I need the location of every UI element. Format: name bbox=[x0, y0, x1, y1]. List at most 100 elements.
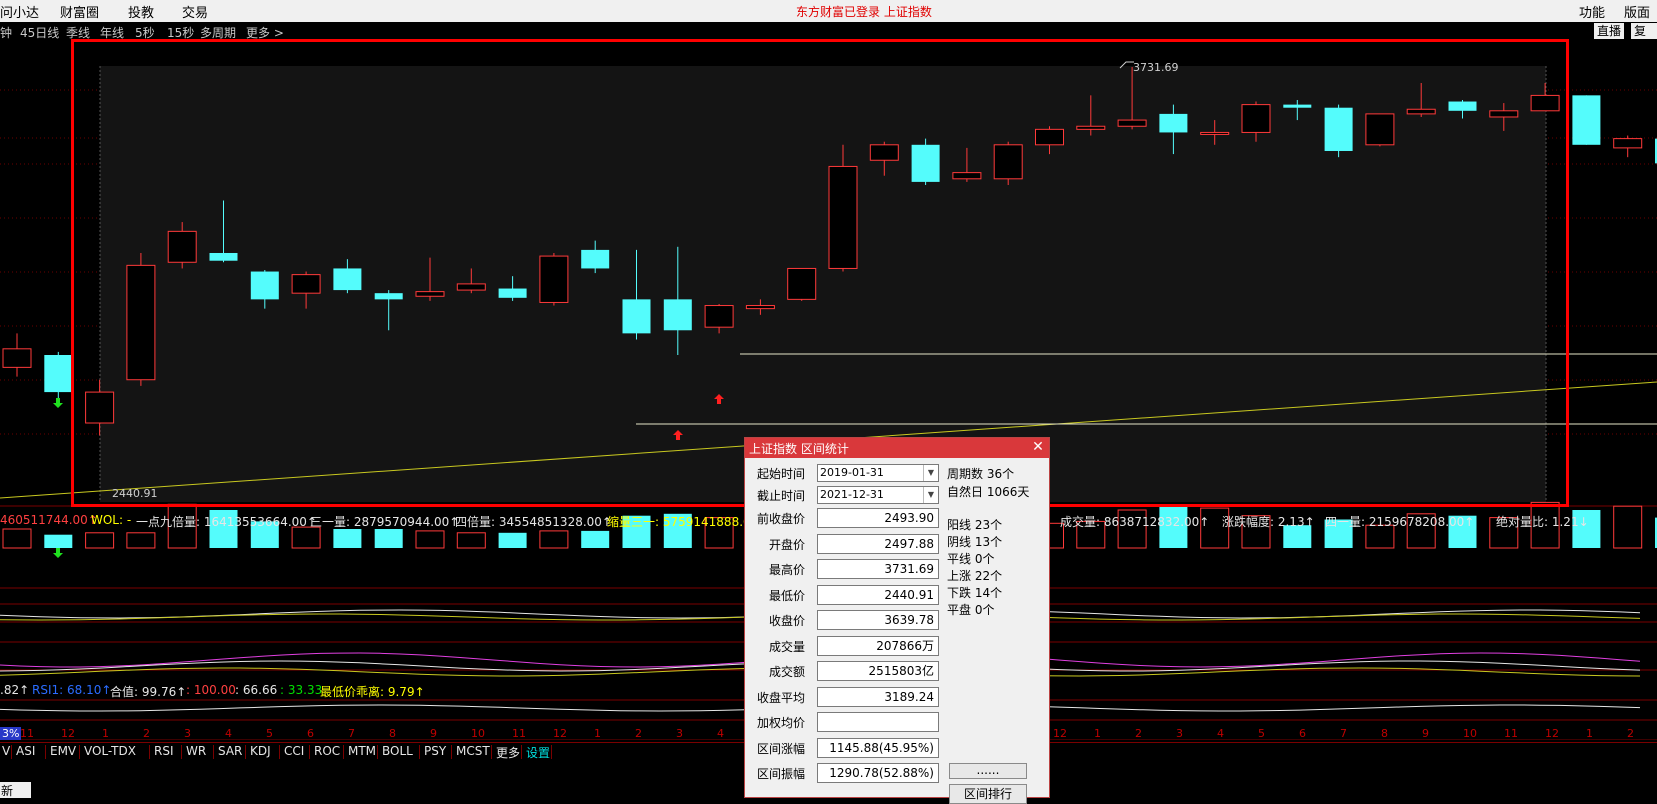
end-time-value: 2021-12-31 bbox=[820, 488, 884, 501]
indicator-tab-9[interactable]: ROC bbox=[314, 744, 340, 758]
vol-ind-siyi: 四一量: 2159678208.00↑ bbox=[1325, 515, 1475, 529]
period-5sec[interactable]: 5秒 bbox=[135, 24, 155, 41]
menu-gongneng[interactable]: 功能 bbox=[1579, 2, 1605, 21]
indicator-tab-4[interactable]: RSI bbox=[154, 744, 174, 758]
dialog-row-value[interactable]: 1290.78(52.88%) bbox=[817, 763, 939, 783]
candle bbox=[911, 138, 940, 185]
tab-separator bbox=[491, 745, 492, 759]
indicator-tab-1[interactable]: ASI bbox=[16, 744, 35, 758]
month-label: 5 bbox=[1258, 727, 1265, 740]
dialog-row-value[interactable]: 3189.24 bbox=[817, 686, 939, 707]
chevron-down-icon[interactable]: ▼ bbox=[923, 487, 938, 503]
candle-body bbox=[126, 264, 156, 381]
period-year[interactable]: 年线 bbox=[100, 24, 124, 41]
dialog-row-value[interactable]: 2440.91 bbox=[817, 584, 939, 605]
candle-body bbox=[1241, 104, 1271, 133]
indicator-tab-13[interactable]: MCST bbox=[456, 744, 490, 758]
tab-separator bbox=[551, 745, 552, 759]
period-45day[interactable]: 45日线 bbox=[20, 24, 59, 41]
indicator-tab-0[interactable]: V bbox=[2, 744, 10, 758]
period-15sec[interactable]: 15秒 bbox=[167, 24, 194, 41]
dialog-row-value[interactable]: 3639.78 bbox=[817, 610, 939, 630]
period-minute[interactable]: 钟 bbox=[0, 24, 12, 41]
candle bbox=[1572, 95, 1601, 145]
month-label: 2 bbox=[143, 727, 150, 740]
menu-banmian[interactable]: 版面 bbox=[1624, 2, 1650, 21]
rsi-ind-hezhi: 合值: 99.76↑ bbox=[110, 685, 187, 699]
candle-body bbox=[374, 293, 403, 300]
period-more[interactable]: 更多 > bbox=[246, 24, 284, 41]
dialog-row-value[interactable]: 2497.88 bbox=[817, 533, 939, 554]
period-multi[interactable]: 多周期 bbox=[200, 24, 236, 41]
period-count: 周期数 36个 bbox=[947, 467, 1015, 481]
indicator-tab-2[interactable]: EMV bbox=[50, 744, 76, 758]
end-time-select[interactable]: 2021-12-31 ▼ bbox=[817, 486, 939, 504]
dialog-row-label: 收盘平均 bbox=[756, 690, 805, 705]
candle-body bbox=[498, 288, 527, 298]
dialog-row-value[interactable]: 207866万 bbox=[817, 635, 939, 656]
chevron-down-icon[interactable]: ▼ bbox=[923, 465, 938, 481]
replay-button[interactable]: 复盘 bbox=[1631, 23, 1657, 54]
indicator-tab-14[interactable]: 更多 bbox=[496, 744, 520, 761]
candle-body bbox=[993, 144, 1023, 180]
candle-body bbox=[1406, 108, 1436, 115]
indicator-tab-10[interactable]: MTM bbox=[348, 744, 376, 758]
dialog-title: 上证指数 区间统计 bbox=[749, 442, 849, 456]
period-toolbar: 钟 45日线 季线 年线 5秒 15秒 多周期 更多 > 直播 复盘 bbox=[0, 22, 1657, 54]
month-label: 4 bbox=[1217, 727, 1224, 740]
interval-rank-button[interactable]: 区间排行 bbox=[949, 784, 1027, 804]
interval-stats-dialog: 上证指数 区间统计 ✕ 起始时间 2019-01-31 ▼ 截止时间 2021-… bbox=[744, 437, 1050, 804]
menu-toujiao[interactable]: 投教 bbox=[128, 2, 154, 21]
candle-body bbox=[456, 283, 486, 291]
volume-bar bbox=[126, 532, 156, 549]
tab-separator bbox=[149, 745, 150, 759]
indicator-tab-15[interactable]: 设置 bbox=[526, 744, 550, 761]
indicator-tab-12[interactable]: PSY bbox=[424, 744, 446, 758]
vol-ind-suoliang: 缩量三一: 5759141888.00 bbox=[607, 515, 759, 529]
candle-body bbox=[1572, 95, 1601, 145]
tab-separator bbox=[521, 745, 522, 759]
menu-caifuquan[interactable]: 财富圈 bbox=[60, 2, 99, 21]
month-label: 4 bbox=[225, 727, 232, 740]
dialog-row-value[interactable]: 2515803亿 bbox=[817, 661, 939, 681]
indicator-tab-3[interactable]: VOL-TDX bbox=[84, 744, 136, 758]
month-label: 2 bbox=[1627, 727, 1634, 740]
month-axis-badge: 3% bbox=[0, 727, 22, 740]
tab-separator bbox=[377, 745, 378, 759]
volume-bar bbox=[374, 529, 403, 548]
close-icon[interactable]: ✕ bbox=[1030, 439, 1046, 455]
tab-separator bbox=[79, 745, 80, 759]
month-label: 3 bbox=[676, 727, 683, 740]
dialog-titlebar[interactable]: 上证指数 区间统计 ✕ bbox=[745, 438, 1049, 458]
high-price-label: 3731.69 bbox=[1133, 61, 1179, 74]
vol-ind-1point9: 一点九倍量: 16413553664.00↑ bbox=[136, 515, 317, 529]
dialog-row-value[interactable]: 2493.90 bbox=[817, 508, 939, 528]
dots-button[interactable]: ...... bbox=[949, 763, 1027, 779]
volume-bar bbox=[415, 530, 445, 549]
month-label: 1 bbox=[1586, 727, 1593, 740]
menu-wenxiaoda[interactable]: 问小达 bbox=[0, 2, 39, 21]
dialog-row-value[interactable]: 1145.88(45.95%) bbox=[817, 737, 939, 758]
live-button[interactable]: 直播 bbox=[1594, 23, 1625, 39]
candle-body bbox=[539, 255, 569, 303]
indicator-tab-11[interactable]: BOLL bbox=[382, 744, 413, 758]
tab-separator bbox=[245, 745, 246, 759]
dialog-row-value[interactable]: 3731.69 bbox=[817, 559, 939, 579]
start-time-select[interactable]: 2019-01-31 ▼ bbox=[817, 464, 939, 482]
volume-bar bbox=[85, 532, 115, 549]
rsi-ind-3333: : 33.33 bbox=[280, 683, 323, 697]
dialog-row-label: 加权均价 bbox=[756, 716, 805, 730]
tab-separator bbox=[11, 745, 12, 759]
indicator-tab-7[interactable]: KDJ bbox=[250, 744, 271, 758]
candle-body bbox=[415, 291, 445, 297]
menu-jiaoyi[interactable]: 交易 bbox=[182, 2, 208, 21]
dialog-row-value[interactable] bbox=[817, 712, 939, 732]
month-label: 5 bbox=[266, 727, 273, 740]
indicator-tab-6[interactable]: SAR bbox=[218, 744, 242, 758]
period-quarter[interactable]: 季线 bbox=[66, 24, 90, 41]
month-label: 3 bbox=[184, 727, 191, 740]
indicator-tab-5[interactable]: WR bbox=[186, 744, 206, 758]
candle-body bbox=[745, 305, 775, 310]
candle bbox=[2, 333, 32, 377]
indicator-tab-8[interactable]: CCI bbox=[284, 744, 304, 758]
